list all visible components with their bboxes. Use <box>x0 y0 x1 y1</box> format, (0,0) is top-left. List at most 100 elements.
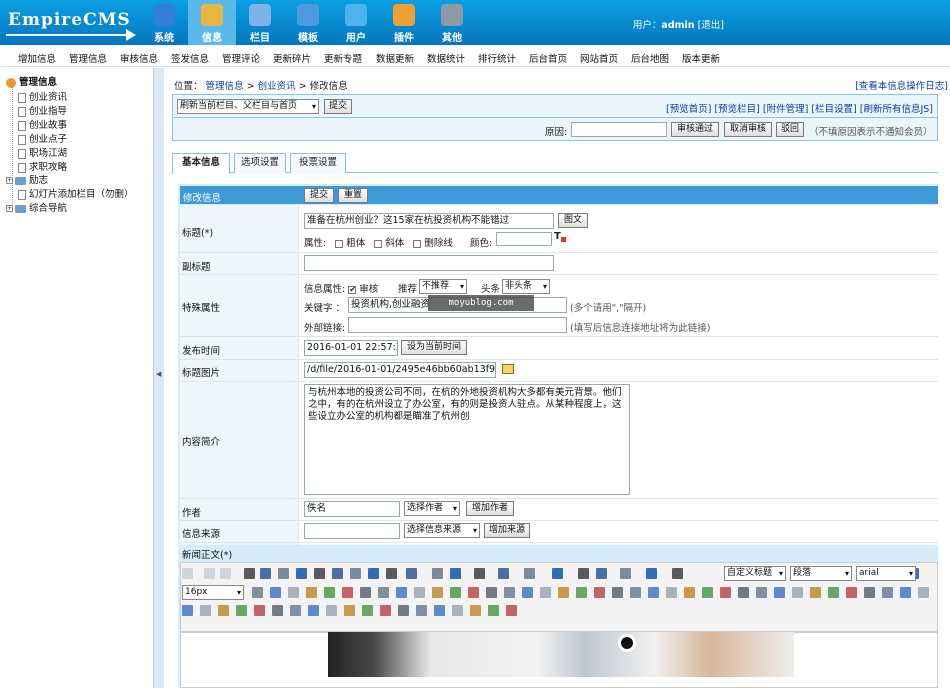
module-6[interactable]: 其他 <box>428 0 476 45</box>
toolbar-icon[interactable] <box>864 587 875 598</box>
auto-format-icon[interactable] <box>406 568 417 579</box>
toolbar-icon[interactable] <box>324 587 335 598</box>
toolbar-icon[interactable] <box>450 587 461 598</box>
crumb-category[interactable]: 创业资讯 <box>258 81 296 92</box>
tree-folder-nav[interactable]: + 综合导航 <box>6 200 67 214</box>
module-0[interactable]: 系统 <box>140 0 188 45</box>
image-text-button[interactable]: 图文 <box>558 213 588 228</box>
menu-item[interactable]: 审核信息 <box>120 51 158 65</box>
toolbar-icon[interactable] <box>486 587 497 598</box>
module-4[interactable]: 用户 <box>332 0 380 45</box>
menu-item[interactable]: 更新专题 <box>324 51 362 65</box>
reset-button[interactable]: 重置 <box>338 188 368 203</box>
set-now-button[interactable]: 设为当前时间 <box>401 340 467 355</box>
toolbar-icon[interactable] <box>416 605 427 616</box>
headline-select[interactable]: 非头条 <box>502 279 550 294</box>
toolbar-icon[interactable] <box>200 605 211 616</box>
menu-item[interactable]: 管理评论 <box>222 51 260 65</box>
toolbar-icon[interactable] <box>666 587 677 598</box>
tab-1[interactable]: 选项设置 <box>234 153 286 173</box>
subtitle-input[interactable] <box>304 255 554 271</box>
publish-time-input[interactable]: 2016-01-01 22:57:34 <box>304 340 398 356</box>
menu-item[interactable]: 签发信息 <box>171 51 209 65</box>
underline-icon[interactable] <box>278 568 289 579</box>
toolbar-icon[interactable] <box>558 587 569 598</box>
tree-folder-lizhi[interactable]: + 励志 <box>6 172 48 186</box>
toolbar-icon[interactable] <box>452 605 463 616</box>
reject-button[interactable]: 驳回 <box>776 122 804 137</box>
bold-checkbox[interactable] <box>335 239 344 248</box>
toolbar-icon[interactable] <box>918 587 929 598</box>
redo-icon[interactable] <box>220 568 231 579</box>
toolbar-icon[interactable] <box>470 605 481 616</box>
editor-content[interactable] <box>180 632 938 688</box>
toolbar-icon[interactable] <box>360 587 371 598</box>
expand-icon[interactable]: + <box>6 177 13 184</box>
author-input[interactable]: 佚名 <box>304 501 400 517</box>
view-log-link[interactable]: [查看本信息操作日志] <box>855 78 948 92</box>
tree-item-slideshow[interactable]: 幻灯片添加栏目（勿删） <box>18 186 134 200</box>
top-links[interactable]: [预览首页] [预览栏目] [附件管理] [栏目设置] [刷新所有信息JS] <box>666 101 933 115</box>
tree-item[interactable]: 创业故事 <box>18 117 67 131</box>
external-link-input[interactable] <box>348 317 567 333</box>
module-1[interactable]: 信息 <box>188 0 236 45</box>
toolbar-icon[interactable] <box>900 587 911 598</box>
color-picker-icon[interactable]: T <box>554 231 566 244</box>
logout-link[interactable]: [退出] <box>698 20 724 31</box>
select-all-icon[interactable] <box>578 568 589 579</box>
line-height-icon[interactable] <box>672 568 683 579</box>
menu-item[interactable]: 排行统计 <box>478 51 516 65</box>
format-brush-icon[interactable] <box>386 568 397 579</box>
add-author-button[interactable]: 增加作者 <box>466 501 514 516</box>
italic-checkbox[interactable] <box>374 239 383 248</box>
italic-icon[interactable] <box>260 568 271 579</box>
toolbar-icon[interactable] <box>270 587 281 598</box>
menu-item[interactable]: 数据更新 <box>376 51 414 65</box>
menu-item[interactable]: 增加信息 <box>18 51 56 65</box>
toolbar-icon[interactable] <box>522 587 533 598</box>
tree-item[interactable]: 创业资讯 <box>18 89 67 103</box>
toolbar-icon[interactable] <box>378 587 389 598</box>
toolbar-icon[interactable] <box>506 605 517 616</box>
unordered-list-icon[interactable] <box>552 568 563 579</box>
expand-icon[interactable]: + <box>6 205 13 212</box>
row-spacing-icon[interactable] <box>620 568 631 579</box>
tree-root[interactable]: 管理信息 <box>6 74 57 88</box>
toolbar-icon[interactable] <box>288 587 299 598</box>
module-2[interactable]: 栏目 <box>236 0 284 45</box>
font-color-icon[interactable] <box>474 568 485 579</box>
toolbar-icon[interactable] <box>252 587 263 598</box>
ordered-list-icon[interactable] <box>524 568 535 579</box>
menu-item[interactable]: 后台地图 <box>631 51 669 65</box>
image-picker-icon[interactable] <box>502 364 514 374</box>
module-5[interactable]: 插件 <box>380 0 428 45</box>
bold-icon[interactable] <box>244 568 255 579</box>
toolbar-icon[interactable] <box>720 587 731 598</box>
menu-item[interactable]: 后台首页 <box>529 51 567 65</box>
toolbar-icon[interactable] <box>290 605 301 616</box>
module-3[interactable]: 模板 <box>284 0 332 45</box>
title-color-input[interactable] <box>496 232 552 246</box>
toolbar-icon[interactable] <box>684 587 695 598</box>
toolbar-icon[interactable] <box>612 587 623 598</box>
quote-icon[interactable] <box>432 568 443 579</box>
strike-checkbox[interactable] <box>413 239 422 248</box>
tree-item[interactable]: 创业点子 <box>18 131 67 145</box>
crumb-manage[interactable]: 管理信息 <box>206 81 244 92</box>
top-submit-button[interactable]: 提交 <box>324 99 352 114</box>
sidebar-splitter[interactable]: ◀ <box>153 68 164 688</box>
eraser-icon[interactable] <box>368 568 379 579</box>
toolbar-icon[interactable] <box>344 605 355 616</box>
strikethrough-icon[interactable] <box>314 568 325 579</box>
toolbar-icon[interactable] <box>182 605 193 616</box>
html-icon[interactable] <box>182 568 193 579</box>
toolbar-icon[interactable] <box>398 605 409 616</box>
toolbar-icon[interactable] <box>254 605 265 616</box>
menu-item[interactable]: 版本更新 <box>682 51 720 65</box>
toolbar-icon[interactable] <box>380 605 391 616</box>
subscript-icon[interactable] <box>350 568 361 579</box>
tree-item[interactable]: 创业指导 <box>18 103 67 117</box>
toolbar-icon[interactable] <box>810 587 821 598</box>
toolbar-icon[interactable] <box>702 587 713 598</box>
toolbar-icon[interactable] <box>594 587 605 598</box>
